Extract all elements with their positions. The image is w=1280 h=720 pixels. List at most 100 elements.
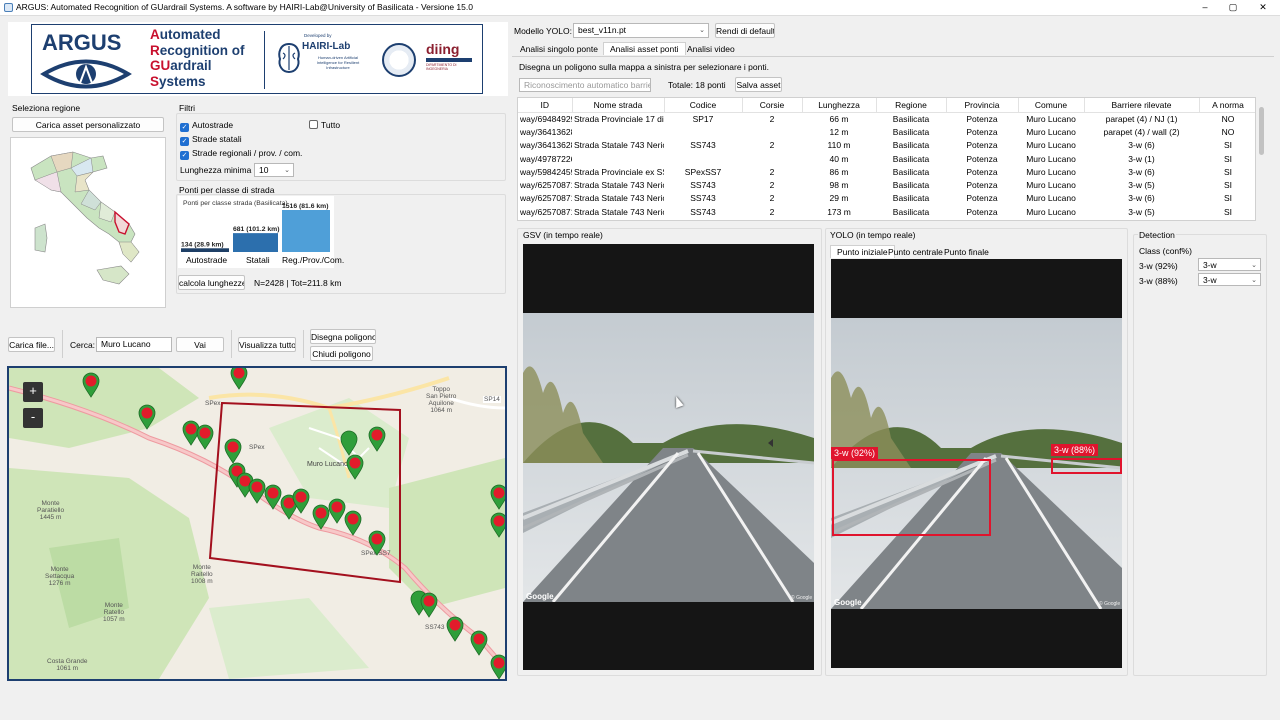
map-canvas[interactable] <box>9 368 505 679</box>
table-cell: SS743 <box>690 193 716 204</box>
hairi-name: HAIRI-Lab <box>302 41 351 52</box>
table-cell: Potenza <box>966 153 998 164</box>
argus-logo: ARGUS Automated Recognition of GUardrail… <box>31 24 483 94</box>
column-header[interactable]: Regione <box>876 98 947 113</box>
window-title: ARGUS: Automated Recognition of GUardrai… <box>16 2 473 12</box>
column-header[interactable]: Provincia <box>946 98 1019 113</box>
table-row[interactable]: way/49787226 40 m Basilicata Potenza Muro Lu… <box>518 152 1255 165</box>
region-map[interactable] <box>10 137 166 308</box>
map-marker-icon[interactable] <box>138 404 156 430</box>
load-file-button[interactable]: Carica file... <box>8 337 55 352</box>
table-row[interactable]: way/62570871 Strada Statale 743 Nerico SS7… <box>518 192 1255 205</box>
map-marker-icon[interactable] <box>230 368 248 390</box>
region-header: Seleziona regione <box>12 103 81 113</box>
map-marker-icon[interactable] <box>196 424 214 450</box>
save-asset-button[interactable]: Salva asset <box>735 77 782 92</box>
column-header[interactable]: Barriere rilevate <box>1084 98 1200 113</box>
table-row[interactable]: way/59842459Strada Provinciale ex SS 7 SP… <box>518 165 1255 178</box>
table-cell: 2 <box>769 206 775 217</box>
tab-asset-bridges[interactable]: Analisi asset ponti <box>603 42 686 55</box>
map-label-spex: SPex <box>205 400 221 407</box>
column-header[interactable]: A norma <box>1199 98 1255 113</box>
auto-recognition-input[interactable]: Riconoscimento automatico barriere <box>519 78 651 92</box>
map-marker-icon[interactable] <box>292 488 310 514</box>
map-marker-icon[interactable] <box>490 484 505 510</box>
column-header[interactable]: Lunghezza <box>802 98 877 113</box>
table-cell: way/62570871 <box>520 180 572 191</box>
chevron-down-icon: ⌄ <box>699 27 705 34</box>
autostrade-checkbox[interactable]: ✓ Autostrade <box>180 120 233 132</box>
tab-end-point[interactable]: Punto finale <box>938 246 995 259</box>
column-header[interactable]: Comune <box>1018 98 1085 113</box>
column-header[interactable]: Corsie <box>742 98 803 113</box>
table-cell: way/49787226 <box>520 153 572 164</box>
map-marker-icon[interactable] <box>82 372 100 398</box>
tab-single-bridge[interactable]: Analisi singolo ponte <box>514 43 604 56</box>
detection-class-select[interactable]: 3-w ⌄ <box>1198 273 1261 286</box>
chart-title: Ponti per classe strada (Basilicata) <box>183 200 288 207</box>
close-button[interactable]: ✕ <box>1248 0 1278 16</box>
regionali-checkbox[interactable]: ✓ Strade regionali / prov. / com. <box>180 148 302 160</box>
map-marker-icon[interactable] <box>224 438 242 464</box>
detection-class-select[interactable]: 3-w ⌄ <box>1198 258 1261 271</box>
italy-map[interactable] <box>11 138 165 307</box>
diing-name: diing <box>426 41 460 57</box>
table-cell: SI <box>1223 166 1233 177</box>
map-marker-icon[interactable] <box>346 454 364 480</box>
brain-icon <box>278 42 300 74</box>
compute-lengths-button[interactable]: calcola lunghezze <box>178 275 245 290</box>
table-scrollbar[interactable] <box>1258 97 1265 221</box>
maximize-button[interactable]: ▢ <box>1218 0 1248 16</box>
min-length-select[interactable]: 10 ⌄ <box>254 163 294 177</box>
table-row[interactable]: way/62570871 Strada Statale 743 Nerico SS7… <box>518 178 1255 191</box>
yolo-model-select[interactable]: best_v11n.pt ⌄ <box>573 23 709 38</box>
close-polygon-button[interactable]: Chiudi poligono <box>310 346 373 361</box>
table-cell: 98 m <box>829 180 849 191</box>
map-marker-icon[interactable] <box>420 592 438 618</box>
map-marker-icon[interactable] <box>368 530 386 556</box>
column-header[interactable]: Codice <box>664 98 743 113</box>
go-button[interactable]: Vai <box>176 337 224 352</box>
hairi-tagline: Human-driven Artificial Intelligence for… <box>316 55 360 70</box>
draw-polygon-button[interactable]: Disegna poligono <box>310 329 376 344</box>
minimize-button[interactable]: – <box>1190 0 1220 16</box>
statali-checkbox[interactable]: ✓ Strade statali <box>180 134 242 146</box>
map-label-paratiello: Monte Paratiello 1445 m <box>37 500 65 521</box>
bridges-grid[interactable]: ID Nome strada Codice Corsie Lunghezza Region… <box>518 98 1255 218</box>
table-row[interactable]: way/69484929 Strada Provinciale 17 di C SP… <box>518 112 1255 125</box>
column-header[interactable]: Nome strada <box>572 98 665 113</box>
set-default-button[interactable]: Rendi di default <box>715 23 775 38</box>
instructions-text: Disegna un poligono sulla mappa a sinist… <box>519 62 769 72</box>
map-marker-icon[interactable] <box>446 616 464 642</box>
map-marker-icon[interactable] <box>490 654 505 679</box>
zoom-out-button[interactable]: - <box>23 408 43 428</box>
map-marker-icon[interactable] <box>344 510 362 536</box>
map-marker-icon[interactable] <box>340 430 358 456</box>
table-cell: 86 m <box>829 166 849 177</box>
map-marker-icon[interactable] <box>368 426 386 452</box>
table-cell: 66 m <box>829 113 849 124</box>
column-header[interactable]: ID <box>518 98 573 113</box>
tutto-checkbox[interactable]: Tutto <box>309 120 340 130</box>
chart-data-label: 681 (101.2 km) <box>233 226 279 233</box>
map-marker-icon[interactable] <box>470 630 488 656</box>
search-input[interactable]: Muro Lucano <box>96 337 172 352</box>
table-cell: Potenza <box>966 140 998 151</box>
table-row[interactable]: way/36413628 12 m Basilicata Potenza Muro Lu… <box>518 125 1255 138</box>
statali-label: Strade statali <box>192 134 242 144</box>
show-all-button[interactable]: Visualizza tutto <box>238 337 296 352</box>
zoom-in-button[interactable]: + <box>23 382 43 402</box>
gsv-header: GSV (in tempo reale) <box>523 230 603 240</box>
table-cell: Potenza <box>966 193 998 204</box>
load-custom-asset-button[interactable]: Carica asset personalizzato <box>12 117 164 132</box>
map-marker-icon[interactable] <box>490 512 505 538</box>
map-view[interactable]: Toppo San Pietro Aquilone 1064 m SP14 SPex … <box>7 366 507 681</box>
table-cell: Basilicata <box>892 206 930 217</box>
detection-group <box>1133 234 1267 676</box>
table-row[interactable]: way/62570871 Strada Statale 743 Nerico SS7… <box>518 205 1255 218</box>
table-row[interactable]: way/36413628 Strada Statale 743 Nerico SS7… <box>518 139 1255 152</box>
detection-row-label: 3-w (92%) <box>1139 261 1178 271</box>
tab-video[interactable]: Analisi video <box>681 43 741 56</box>
scrollbar-thumb[interactable] <box>1259 107 1264 155</box>
bridges-table[interactable]: ID Nome strada Codice Corsie Lunghezza Region… <box>517 97 1256 221</box>
